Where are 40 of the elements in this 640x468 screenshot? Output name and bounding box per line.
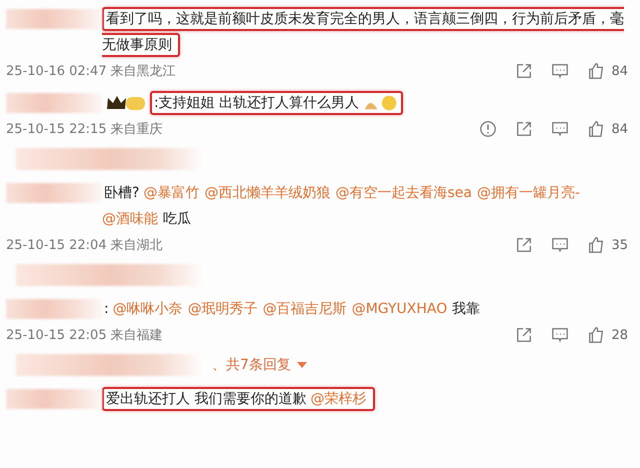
thumbs-up-icon[interactable] [587, 236, 606, 254]
share-icon[interactable] [515, 326, 534, 344]
comment-text: 看到了吗，这就是前额叶皮质未发育完全的男人，语言颠三倒四，行为前后矛盾，毫无做事原则 [102, 11, 624, 53]
mention-link[interactable]: @珉明秀子 [188, 301, 258, 317]
share-icon[interactable] [515, 62, 534, 80]
comment-time: 25-10-15 22:04 来自湖北 [6, 237, 163, 254]
mention-link[interactable]: @暴富竹 [143, 185, 200, 201]
caret-icon[interactable] [296, 362, 307, 368]
mention-link[interactable]: @MGYUXHAO [352, 301, 448, 317]
comment-icon[interactable] [551, 236, 570, 254]
like-count: 84 [611, 122, 628, 136]
report-icon[interactable] [479, 120, 498, 138]
replies-link[interactable]: 、共7条回复 [212, 356, 291, 374]
comment-text: 爱出轨还打人 我们需要你的道歉 [106, 391, 306, 407]
mention-link[interactable]: @咻咻小奈 [112, 301, 183, 317]
thumbs-up-icon[interactable] [587, 326, 606, 344]
comment-time: 25-10-15 22:15 来自重庆 [6, 121, 163, 138]
thumbs-up-icon[interactable] [587, 62, 606, 80]
comment-icon[interactable] [551, 326, 570, 344]
share-icon[interactable] [515, 120, 534, 138]
mention-link[interactable]: @西北懒羊羊绒奶狼 [204, 185, 330, 201]
comment-icon[interactable] [551, 120, 570, 138]
like-count: 28 [611, 328, 628, 342]
mention-link[interactable]: @百福吉尼斯 [262, 301, 347, 317]
comment-time: 25-10-16 02:47 来自黑龙江 [6, 63, 176, 80]
mention-link[interactable]: @拥有一罐月亮- [476, 185, 580, 201]
share-icon[interactable] [515, 236, 534, 254]
comment-time: 25-10-15 22:05 来自福建 [6, 327, 163, 344]
mention-link[interactable]: @有空一起去看海sea [335, 185, 472, 201]
comment-text: 吃瓜 [163, 211, 191, 227]
comment-text: 卧槽? [104, 185, 140, 201]
mention-link[interactable]: @荣梓杉 [310, 391, 366, 407]
like-count: 84 [611, 64, 628, 78]
comment-text: : [104, 301, 109, 317]
comment-text: :支持姐姐 出轨还打人算什么男人 [154, 95, 360, 111]
comment-icon[interactable] [551, 62, 570, 80]
like-count: 35 [611, 238, 628, 252]
mention-link[interactable]: @酒味能 [102, 211, 158, 227]
comment-text: 我靠 [452, 301, 480, 317]
thumbs-up-icon[interactable] [587, 120, 606, 138]
